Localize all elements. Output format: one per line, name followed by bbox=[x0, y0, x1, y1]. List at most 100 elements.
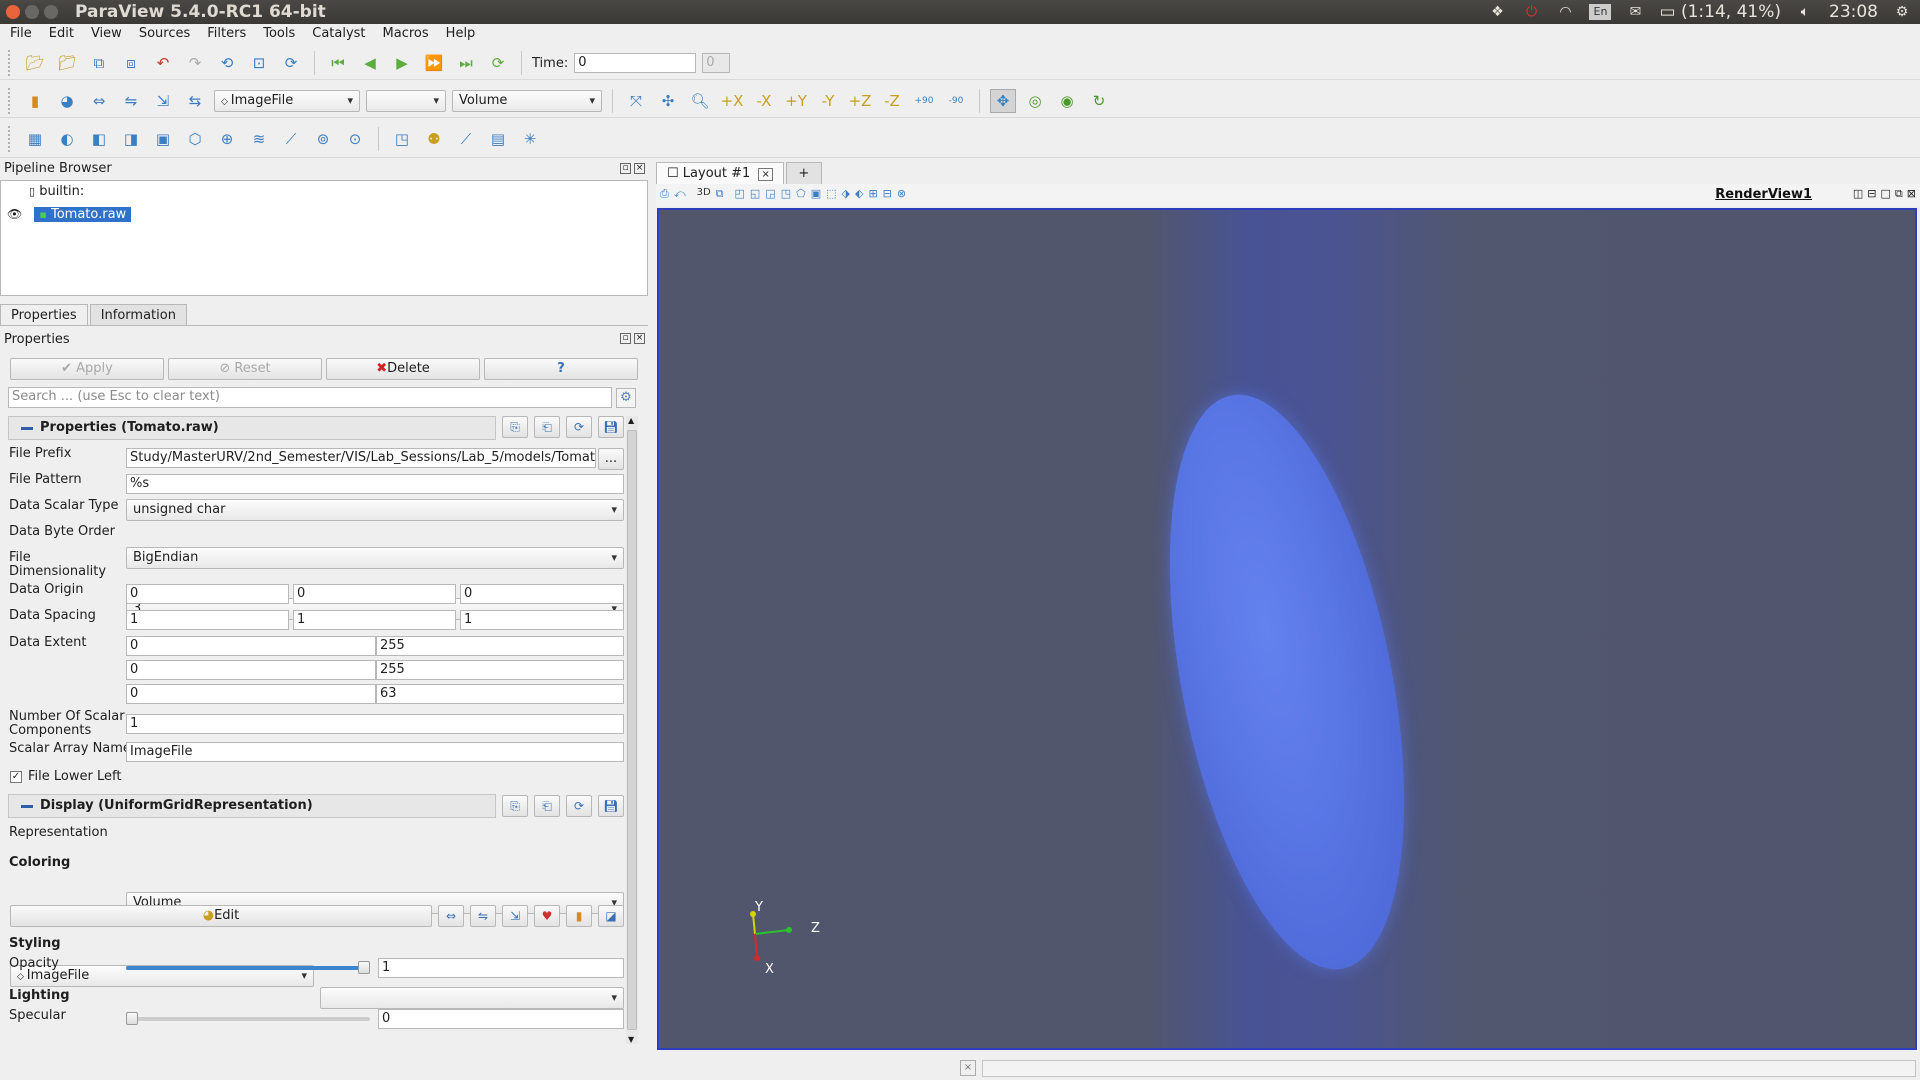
toolbar-handle[interactable] bbox=[8, 88, 12, 114]
properties-scrollbar[interactable]: ▲ ▼ bbox=[626, 416, 638, 1044]
rescale-custom-icon[interactable]: ⇋ bbox=[118, 89, 144, 113]
visibility-eye-icon[interactable]: 👁︎ bbox=[7, 207, 22, 221]
first-frame-icon[interactable]: ⏮ bbox=[325, 51, 351, 75]
menu-edit[interactable]: Edit bbox=[39, 24, 81, 44]
tab-information[interactable]: Information bbox=[89, 304, 187, 326]
clock[interactable]: 23:08 bbox=[1829, 2, 1878, 22]
open-file-icon[interactable]: 📂︎ bbox=[22, 51, 48, 75]
rescale-temporal-icon[interactable]: ⇲ bbox=[150, 89, 176, 113]
select-block-icon[interactable]: ▣ bbox=[811, 187, 821, 201]
maximize-view-icon[interactable]: □ bbox=[1881, 187, 1891, 201]
opacity-slider[interactable] bbox=[126, 961, 370, 974]
next-frame-icon[interactable]: ⏩ bbox=[421, 51, 447, 75]
restore-defaults-icon[interactable]: ⟳ bbox=[566, 416, 592, 438]
spacing-z-input[interactable]: 1 bbox=[460, 610, 624, 630]
help-button[interactable]: ? bbox=[484, 358, 638, 380]
extent-x-max-input[interactable]: 255 bbox=[376, 636, 624, 656]
zoom-to-data-icon[interactable]: ✣ bbox=[655, 89, 681, 113]
select-points-through-icon[interactable]: ◳ bbox=[781, 187, 791, 201]
mode-3d-toggle[interactable]: 3D bbox=[697, 187, 711, 201]
save-defaults-icon[interactable]: 💾︎ bbox=[598, 416, 624, 438]
menu-macros[interactable]: Macros bbox=[373, 24, 436, 44]
menu-filters[interactable]: Filters bbox=[197, 24, 253, 44]
redo-icon[interactable]: ↷ bbox=[182, 51, 208, 75]
rescale-visible-icon[interactable]: ⇆ bbox=[182, 89, 208, 113]
specular-input[interactable]: 0 bbox=[378, 1009, 624, 1029]
maximize-window-button[interactable] bbox=[44, 5, 58, 19]
view-plus-z-icon[interactable]: +Z bbox=[847, 89, 873, 113]
close-window-button[interactable] bbox=[6, 5, 20, 19]
progress-abort-icon[interactable]: × bbox=[960, 1060, 976, 1076]
spacing-y-input[interactable]: 1 bbox=[293, 610, 456, 630]
hover-points-icon[interactable]: ⬗ bbox=[842, 187, 850, 201]
plot-selection-icon[interactable]: ⚉ bbox=[421, 127, 447, 151]
close-layout-icon[interactable]: × bbox=[758, 168, 773, 181]
num-components-input[interactable]: 1 bbox=[126, 714, 624, 734]
view-minus-x-icon[interactable]: -X bbox=[751, 89, 777, 113]
opacity-slider-handle[interactable] bbox=[358, 961, 370, 974]
menu-sources[interactable]: Sources bbox=[129, 24, 197, 44]
color-component-select[interactable] bbox=[366, 90, 446, 112]
origin-z-input[interactable]: 0 bbox=[460, 584, 624, 604]
python-shell-icon[interactable]: ⟳ bbox=[278, 51, 304, 75]
delete-button[interactable]: ✖Delete bbox=[326, 358, 480, 380]
settings-gear-icon[interactable]: ⚙ bbox=[1892, 4, 1912, 20]
menu-view[interactable]: View bbox=[81, 24, 129, 44]
section-reader-properties[interactable]: Properties (Tomato.raw) bbox=[8, 416, 496, 440]
file-pattern-input[interactable]: %s bbox=[126, 474, 624, 494]
time-input[interactable]: 0 bbox=[574, 53, 697, 73]
interactive-select-icon[interactable]: ⬚ bbox=[826, 187, 836, 201]
color-array-select[interactable]: ◇ ImageFile bbox=[214, 90, 360, 112]
capture-screenshot-icon[interactable]: ⎙ bbox=[660, 187, 669, 201]
view-name[interactable]: RenderView1 bbox=[1715, 187, 1812, 202]
extract-subset-icon[interactable]: ⬡ bbox=[182, 127, 208, 151]
apply-button[interactable]: ✔ Apply bbox=[10, 358, 164, 380]
camera-undo-icon[interactable]: ⤺ bbox=[674, 187, 686, 201]
toggle-color-legend-icon[interactable]: ▮ bbox=[566, 905, 592, 927]
copy-display-icon[interactable]: ⎘ bbox=[502, 795, 528, 817]
rescale-range-button-icon[interactable]: ⇔ bbox=[438, 905, 464, 927]
close-panel-icon[interactable]: × bbox=[634, 333, 645, 344]
reset-button[interactable]: ⊘ Reset bbox=[168, 358, 322, 380]
menu-tools[interactable]: Tools bbox=[253, 24, 302, 44]
slice-icon[interactable]: ◨ bbox=[118, 127, 144, 151]
select-cells-through-icon[interactable]: ◲ bbox=[765, 187, 775, 201]
zoom-to-box-icon[interactable]: 🔍︎ bbox=[687, 89, 713, 113]
show-center-icon[interactable]: ◎ bbox=[1022, 89, 1048, 113]
warp-vector-icon[interactable]: ⟋ bbox=[278, 127, 304, 151]
plot-over-line-icon[interactable]: ⟋ bbox=[453, 127, 479, 151]
dropbox-icon[interactable]: ❖ bbox=[1487, 4, 1507, 20]
coloring-component-select[interactable] bbox=[320, 987, 624, 1009]
load-state-icon[interactable]: 📁︎ bbox=[54, 51, 80, 75]
reset-camera-icon[interactable]: ⤧ bbox=[623, 89, 649, 113]
calculator-icon[interactable]: ▦ bbox=[22, 127, 48, 151]
lower-left-checkbox[interactable]: ✓ bbox=[10, 771, 22, 783]
float-panel-icon[interactable]: ▫ bbox=[620, 163, 631, 174]
split-horizontal-icon[interactable]: ◫ bbox=[1853, 187, 1863, 201]
tab-properties[interactable]: Properties bbox=[0, 304, 88, 326]
advanced-settings-gear-icon[interactable]: ⚙ bbox=[616, 388, 636, 408]
contour-icon[interactable]: ◐ bbox=[54, 127, 80, 151]
shrink-selection-icon[interactable]: ⊟ bbox=[883, 187, 892, 201]
view-plus-x-icon[interactable]: +X bbox=[719, 89, 745, 113]
extent-z-min-input[interactable]: 0 bbox=[126, 684, 376, 704]
find-data-icon[interactable]: ⊡ bbox=[246, 51, 272, 75]
split-vertical-icon[interactable]: ⊟ bbox=[1867, 187, 1876, 201]
scroll-up-icon[interactable]: ▲ bbox=[628, 416, 634, 425]
menu-help[interactable]: Help bbox=[436, 24, 483, 44]
wifi-icon[interactable]: ◠ bbox=[1555, 4, 1575, 20]
pick-center-icon[interactable]: ↻ bbox=[1086, 89, 1112, 113]
pipeline-tomato[interactable]: 👁︎ ▪ Tomato.raw bbox=[7, 205, 132, 223]
extent-y-min-input[interactable]: 0 bbox=[126, 660, 376, 680]
paste-display-icon[interactable]: ⎗ bbox=[534, 795, 560, 817]
copy-properties-icon[interactable]: ⎘ bbox=[502, 416, 528, 438]
save-display-defaults-icon[interactable]: 💾︎ bbox=[598, 795, 624, 817]
select-polygon-icon[interactable]: ⬠ bbox=[796, 187, 806, 201]
histogram-icon[interactable]: ▤ bbox=[485, 127, 511, 151]
view-minus-y-icon[interactable]: -Y bbox=[815, 89, 841, 113]
undo-icon[interactable]: ↶ bbox=[150, 51, 176, 75]
time-index-spinbox[interactable]: 0 bbox=[702, 53, 731, 73]
scrollbar-thumb[interactable] bbox=[627, 430, 637, 1030]
grow-selection-icon[interactable]: ⊞ bbox=[868, 187, 877, 201]
reset-center-icon[interactable]: ◉ bbox=[1054, 89, 1080, 113]
